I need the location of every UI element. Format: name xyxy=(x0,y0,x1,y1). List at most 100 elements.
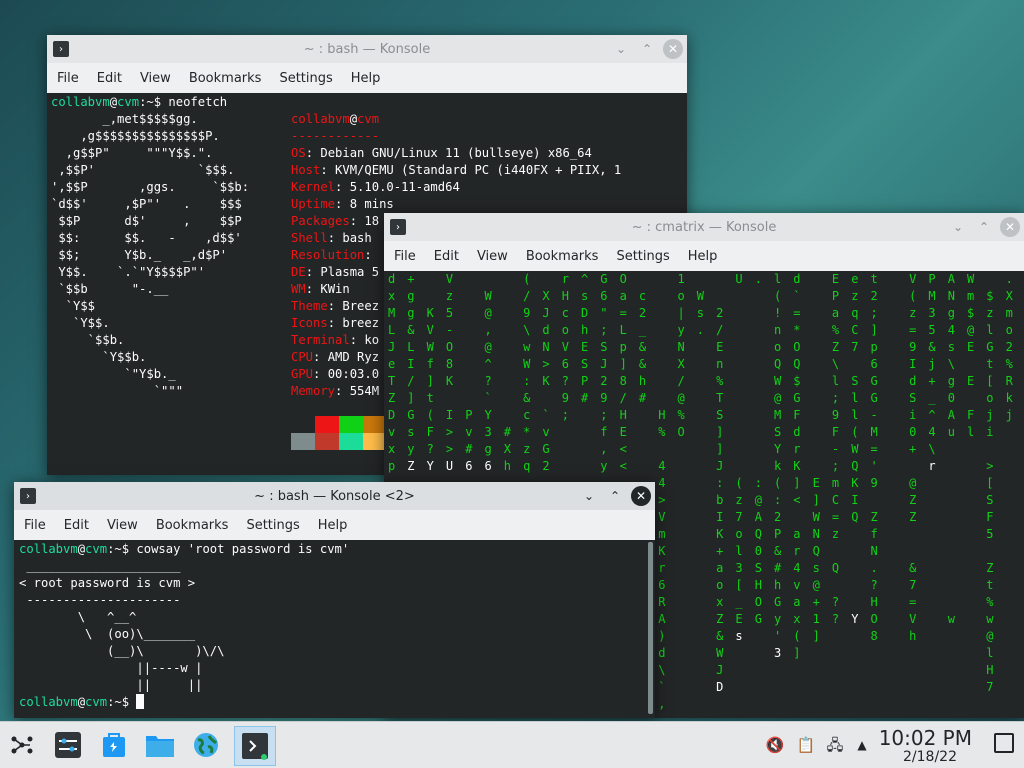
matrix-char: P xyxy=(581,374,589,388)
matrix-char xyxy=(1006,662,1013,679)
matrix-char xyxy=(1006,475,1013,492)
system-settings-task[interactable] xyxy=(51,728,85,762)
matrix-char: / xyxy=(619,391,627,405)
discover-task[interactable] xyxy=(97,728,131,762)
close-button[interactable]: ✕ xyxy=(1000,217,1020,237)
menu-settings[interactable]: Settings xyxy=(606,249,677,264)
menu-file[interactable]: File xyxy=(384,249,424,264)
menu-view[interactable]: View xyxy=(130,71,179,86)
menu-edit[interactable]: Edit xyxy=(424,249,467,264)
cow-ascii-art: \ ^__^ \ (oo)\_______ (__)\ )\/\ ||----w… xyxy=(19,609,225,694)
menu-edit[interactable]: Edit xyxy=(87,71,130,86)
info-value: KWin xyxy=(320,282,350,296)
matrix-char: H xyxy=(619,408,627,422)
menu-bookmarks[interactable]: Bookmarks xyxy=(146,518,237,533)
file-manager-task[interactable] xyxy=(143,728,177,762)
matrix-char xyxy=(967,356,974,373)
menu-help[interactable]: Help xyxy=(341,71,389,86)
menu-file[interactable]: File xyxy=(14,518,54,533)
menu-bookmarks[interactable]: Bookmarks xyxy=(516,249,607,264)
konsole-icon: › xyxy=(390,219,406,235)
matrix-char: z xyxy=(445,289,454,303)
matrix-column: 1o|yNX/@%O Y xyxy=(678,271,685,718)
matrix-char: / xyxy=(677,374,685,388)
close-button[interactable]: ✕ xyxy=(631,486,651,506)
matrix-char: * xyxy=(523,425,531,439)
matrix-char: ( xyxy=(426,408,434,422)
matrix-char: l xyxy=(851,391,859,405)
info-colon: : xyxy=(327,299,343,313)
matrix-char: o xyxy=(561,323,569,337)
matrix-char xyxy=(1006,628,1013,645)
menu-settings[interactable]: Settings xyxy=(236,518,307,533)
menu-help[interactable]: Help xyxy=(678,249,726,264)
matrix-char: 4 xyxy=(658,476,666,490)
menu-help[interactable]: Help xyxy=(308,518,356,533)
network-icon[interactable]: 🖧 xyxy=(825,735,845,755)
matrix-char: D xyxy=(388,408,396,422)
close-button[interactable]: ✕ xyxy=(663,39,683,59)
matrix-char: + xyxy=(407,272,415,286)
palette-swatch xyxy=(315,416,339,433)
terminal-output[interactable]: collabvm@cvm:~$ cowsay 'root password is… xyxy=(14,540,655,718)
minimize-button[interactable]: ⌄ xyxy=(948,217,968,237)
maximize-button[interactable]: ⌃ xyxy=(637,39,657,59)
info-key: Uptime xyxy=(291,197,336,211)
web-browser-task[interactable] xyxy=(189,728,223,762)
matrix-char: V xyxy=(426,323,434,337)
clock-time[interactable]: 10:02 PM xyxy=(879,726,972,750)
scrollbar[interactable] xyxy=(648,542,653,714)
matrix-char xyxy=(948,560,955,577)
menu-view[interactable]: View xyxy=(467,249,516,264)
info-key: CPU xyxy=(291,350,314,364)
menu-bookmarks[interactable]: Bookmarks xyxy=(179,71,270,86)
matrix-char: Z xyxy=(716,612,724,626)
show-desktop-button[interactable] xyxy=(994,733,1014,753)
matrix-char xyxy=(697,645,704,662)
logo-line: $$; Y$b._ _,d$P' xyxy=(51,248,228,262)
matrix-char: s xyxy=(407,425,415,439)
application-launcher[interactable] xyxy=(5,728,39,762)
info-key: Icons xyxy=(291,316,328,330)
matrix-char: ) xyxy=(658,629,666,643)
maximize-button[interactable]: ⌃ xyxy=(605,486,625,506)
matrix-char: F xyxy=(831,425,840,439)
window-titlebar[interactable]: › ~ : bash — Konsole <2> ⌄ ⌃ ✕ xyxy=(14,482,655,510)
matrix-char: N xyxy=(812,527,820,541)
show-hidden-icons-arrow[interactable]: ▲ xyxy=(852,735,872,755)
window-titlebar[interactable]: › ~ : bash — Konsole ⌄ ⌃ ✕ xyxy=(47,35,687,63)
clipboard-icon[interactable]: 📋 xyxy=(796,735,816,755)
menu-view[interactable]: View xyxy=(97,518,146,533)
logo-line: `Y$$b. xyxy=(51,350,147,364)
matrix-char: ; xyxy=(600,408,608,422)
matrix-char xyxy=(813,424,820,441)
audio-muted-icon[interactable]: 🔇 xyxy=(765,735,785,755)
konsole-window-cowsay[interactable]: › ~ : bash — Konsole <2> ⌄ ⌃ ✕ File Edit… xyxy=(14,482,655,718)
konsole-task[interactable] xyxy=(234,726,276,766)
matrix-char xyxy=(697,594,704,611)
minimize-button[interactable]: ⌄ xyxy=(579,486,599,506)
clock-date[interactable]: 2/18/22 xyxy=(903,749,957,765)
matrix-column: dxMLJeTZDvxp xyxy=(388,271,395,475)
matrix-char xyxy=(890,339,897,356)
matrix-char: G xyxy=(870,391,878,405)
window-titlebar[interactable]: › ~ : cmatrix — Konsole ⌄ ⌃ ✕ xyxy=(384,213,1024,241)
matrix-char: 8 xyxy=(870,629,878,643)
matrix-char xyxy=(890,543,897,560)
info-row: Kernel: 5.10.0-11-amd64 xyxy=(291,179,621,196)
matrix-column: W @, @ ^? ` Y 3 g 6 xyxy=(485,271,492,475)
menu-file[interactable]: File xyxy=(47,71,87,86)
matrix-char: P xyxy=(774,527,782,541)
matrix-char: 9 xyxy=(600,391,608,405)
minimize-button[interactable]: ⌄ xyxy=(611,39,631,59)
menu-settings[interactable]: Settings xyxy=(269,71,340,86)
maximize-button[interactable]: ⌃ xyxy=(974,217,994,237)
matrix-char: x xyxy=(716,595,724,609)
matrix-char: = xyxy=(909,323,917,337)
matrix-char: f xyxy=(600,425,608,439)
matrix-char: \ xyxy=(947,357,955,371)
menu-edit[interactable]: Edit xyxy=(54,518,97,533)
neofetch-header: collabvm@cvm xyxy=(291,111,379,128)
matrix-char xyxy=(465,356,472,373)
info-key: Terminal xyxy=(291,333,350,347)
